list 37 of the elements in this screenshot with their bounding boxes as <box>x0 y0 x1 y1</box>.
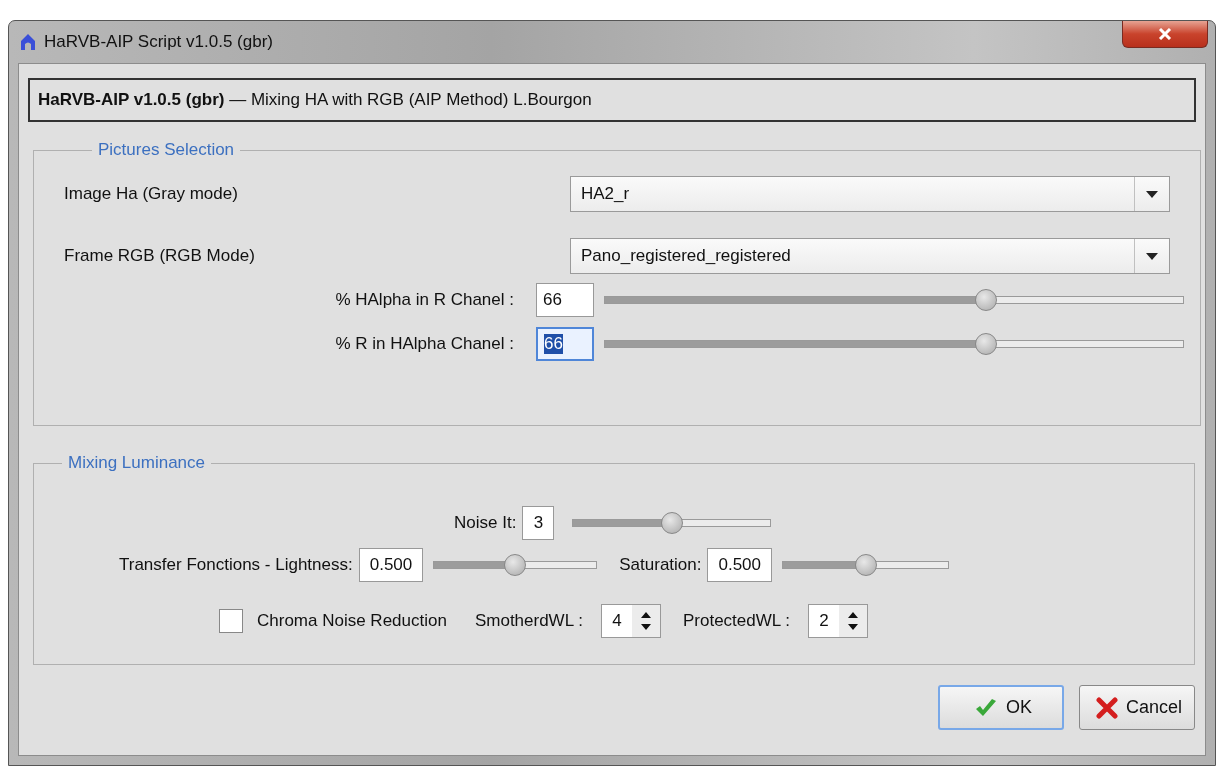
checkbox-label: Chroma Noise Reduction <box>257 611 447 631</box>
field-label: ProtectedWL : <box>682 611 791 631</box>
window-title: HaRVB-AIP Script v1.0.5 (gbr) <box>44 32 273 52</box>
number-field[interactable]: 0.500 <box>707 548 773 582</box>
cancel-button[interactable]: Cancel <box>1078 685 1195 730</box>
slider-thumb[interactable] <box>975 289 998 311</box>
field-label: % R in HAlpha Chanel : <box>334 334 514 354</box>
field-label: Image Ha (Gray mode) <box>64 184 239 204</box>
ok-button[interactable]: OK <box>937 685 1064 730</box>
cross-icon <box>1095 696 1118 719</box>
dropdown[interactable]: HA2_r <box>570 176 1170 212</box>
slider-thumb[interactable] <box>504 554 527 576</box>
group-title: Mixing Luminance <box>67 453 206 473</box>
app-icon <box>20 33 36 51</box>
field-label: Frame RGB (RGB Mode) <box>64 246 256 266</box>
slider-thumb[interactable] <box>975 333 998 355</box>
field-label: Noise It: <box>454 513 517 533</box>
field-label: Saturation: <box>619 555 702 575</box>
header-text: HaRVB-AIP v1.0.5 (gbr) — Mixing HA with RGB (AIP Method) L.Bourgon <box>38 90 592 110</box>
group-title: Pictures Selection <box>97 140 236 160</box>
close-icon <box>1158 28 1172 40</box>
number-field[interactable]: 66 <box>536 283 594 317</box>
number-field[interactable]: 66 <box>536 327 594 361</box>
close-button[interactable] <box>1122 21 1208 48</box>
slider-thumb[interactable] <box>854 554 877 576</box>
checkbox[interactable] <box>219 609 243 633</box>
number-field[interactable]: 3 <box>522 506 555 540</box>
field-label: % HAlpha in R Chanel : <box>334 290 514 310</box>
dropdown-arrow-icon <box>1146 190 1158 198</box>
spin-box[interactable]: 4 <box>600 604 661 638</box>
slider-thumb[interactable] <box>660 512 683 534</box>
dropdown[interactable]: Pano_registered_registered <box>570 238 1170 274</box>
spin-box[interactable]: 2 <box>808 604 869 638</box>
field-label: SmotherdWL : <box>474 611 583 631</box>
dropdown-arrow-icon <box>1146 252 1158 260</box>
number-field[interactable]: 0.500 <box>358 548 424 582</box>
field-label: Transfer Fonctions - Lightness: <box>119 555 353 575</box>
